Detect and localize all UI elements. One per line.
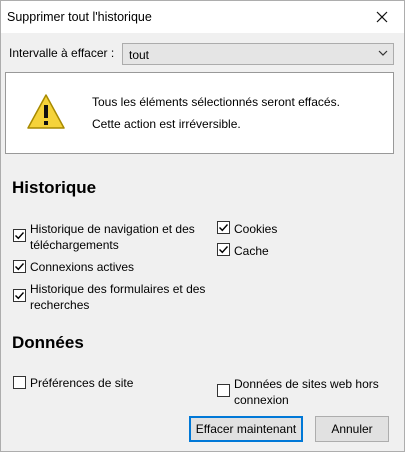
site-preferences-label: Préférences de site [30, 376, 134, 390]
data-heading: Données [12, 333, 84, 352]
time-range-label: Intervalle à effacer : [9, 46, 115, 60]
offline-data-label-2: connexion [234, 393, 289, 407]
title-bar: Supprimer tout l'historique [1, 1, 404, 33]
dialog-title: Supprimer tout l'historique [7, 10, 152, 24]
warning-text-2: Cette action est irréversible. [92, 117, 241, 131]
close-button[interactable] [360, 1, 404, 33]
warning-text-1: Tous les éléments sélectionnés seront ef… [92, 95, 340, 109]
check-icon [219, 246, 229, 254]
check-icon [15, 263, 25, 271]
offline-data-label-1: Données de sites web hors [234, 377, 379, 391]
form-history-label-2: recherches [30, 298, 90, 312]
cancel-button[interactable]: Annuler [315, 416, 389, 442]
offline-data-checkbox[interactable] [217, 384, 230, 397]
history-heading: Historique [12, 178, 97, 197]
browsing-history-checkbox[interactable] [13, 229, 26, 242]
form-history-label-1: Historique des formulaires et des [30, 282, 206, 296]
clear-history-dialog: Supprimer tout l'historique Intervalle à… [0, 0, 405, 452]
check-icon [219, 224, 229, 232]
check-icon [15, 232, 25, 240]
time-range-select[interactable]: tout [122, 43, 394, 65]
clear-now-button[interactable]: Effacer maintenant [189, 416, 303, 442]
cache-checkbox[interactable] [217, 243, 230, 256]
time-range-value: tout [129, 48, 150, 62]
check-icon [15, 292, 25, 300]
close-icon [376, 11, 388, 23]
warning-icon [27, 94, 65, 129]
active-logins-checkbox[interactable] [13, 260, 26, 273]
cookies-checkbox[interactable] [217, 221, 230, 234]
form-history-checkbox[interactable] [13, 289, 26, 302]
chevron-down-icon [378, 50, 388, 56]
warning-panel: Tous les éléments sélectionnés seront ef… [5, 72, 394, 154]
cookies-label: Cookies [234, 222, 278, 236]
cache-label: Cache [234, 244, 269, 258]
site-preferences-checkbox[interactable] [13, 376, 26, 389]
browsing-history-label-2: téléchargements [30, 238, 119, 252]
active-logins-label: Connexions actives [30, 260, 135, 274]
browsing-history-label-1: Historique de navigation et des [30, 222, 195, 236]
